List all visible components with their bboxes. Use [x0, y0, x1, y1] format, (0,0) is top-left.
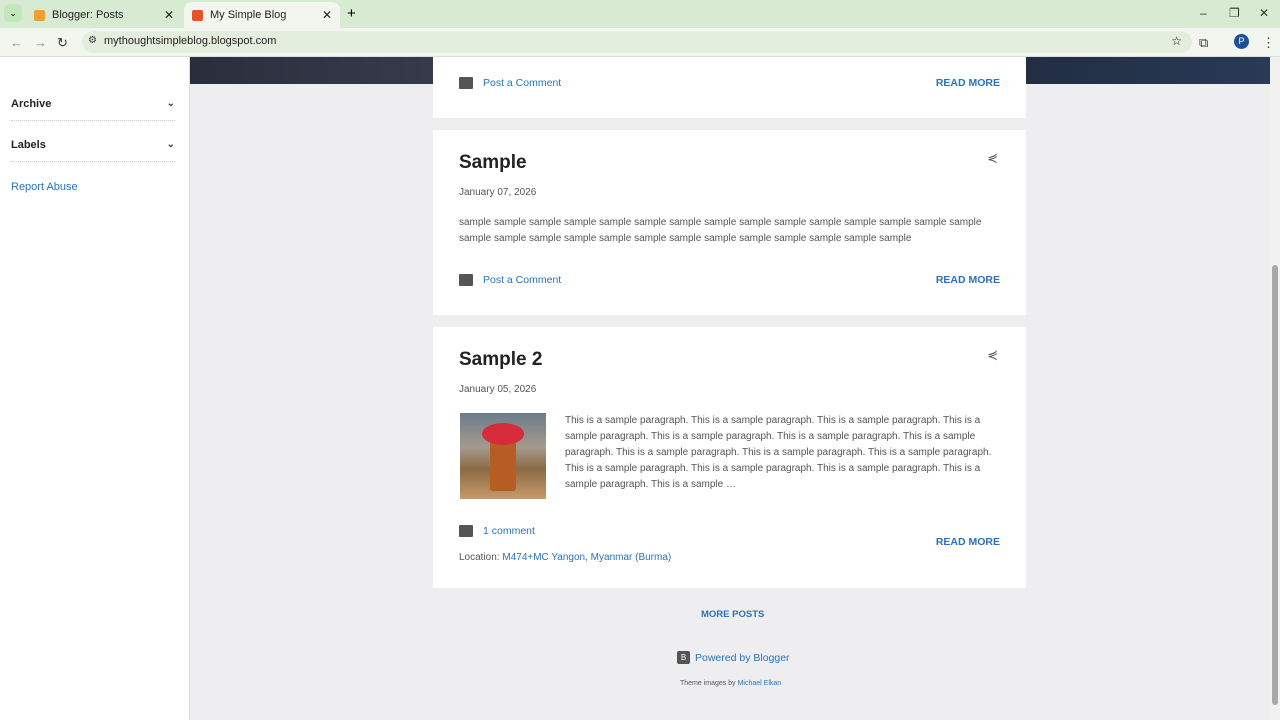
tab-bar: ⌄ Blogger: Posts ✕ My Simple Blog ✕ + – ❐ …: [0, 0, 1280, 28]
profile-avatar[interactable]: P: [1234, 34, 1249, 49]
tab-label: My Simple Blog: [210, 9, 287, 21]
menu-icon[interactable]: ⋮: [1262, 35, 1275, 51]
chevron-down-icon: ⌄: [166, 98, 175, 109]
vase-image: [490, 441, 516, 491]
post-card: Post a Comment READ MORE: [433, 57, 1026, 118]
post-snippet: This is a sample paragraph. This is a sa…: [565, 415, 992, 490]
site-settings-icon[interactable]: ⚙: [88, 35, 97, 46]
post-comment-link[interactable]: 1 comment: [459, 525, 535, 537]
blogger-favicon-icon: [192, 9, 203, 21]
bookmark-star-icon[interactable]: ☆: [1171, 34, 1182, 48]
new-tab-icon[interactable]: +: [347, 5, 356, 22]
post-title[interactable]: Sample: [459, 152, 527, 174]
labels-label: Labels: [11, 139, 46, 151]
close-tab-icon[interactable]: ✕: [164, 8, 174, 22]
blogger-logo-icon: B: [677, 651, 690, 664]
theme-credit: Theme images by Michael Elkan: [680, 680, 781, 687]
reload-icon[interactable]: ↻: [57, 35, 68, 51]
comment-label: 1 comment: [483, 525, 535, 537]
extensions-icon[interactable]: ⧉: [1199, 35, 1208, 51]
location-link[interactable]: M474+MC Yangon, Myanmar (Burma): [502, 552, 671, 563]
post-card: Sample 2 ⋞ January 05, 2026 This is a sa…: [433, 327, 1026, 588]
address-bar-row: ← → ↻ ⚙ mythoughtsimpleblog.blogspot.com…: [0, 28, 1280, 57]
forward-icon[interactable]: →: [34, 35, 47, 50]
back-icon[interactable]: ←: [10, 35, 23, 50]
chevron-down-icon: ⌄: [166, 139, 175, 150]
post-card: Sample ⋞ January 07, 2026 sample sample …: [433, 130, 1026, 315]
theme-prefix: Theme images by: [680, 680, 736, 687]
report-abuse-link[interactable]: Report Abuse: [11, 181, 78, 193]
scrollbar[interactable]: [1270, 57, 1280, 720]
tab-search-button[interactable]: ⌄: [4, 4, 22, 22]
powered-label: Powered by Blogger: [695, 651, 790, 664]
read-more-button[interactable]: READ MORE: [936, 77, 1000, 89]
scrollbar-thumb[interactable]: [1272, 265, 1278, 705]
url-text: mythoughtsimpleblog.blogspot.com: [104, 35, 277, 47]
address-input[interactable]: ⚙ mythoughtsimpleblog.blogspot.com ☆: [82, 31, 1192, 53]
post-snippet: sample sample sample sample sample sampl…: [459, 217, 982, 244]
post-comment-link[interactable]: Post a Comment: [459, 274, 561, 286]
post-comment-link[interactable]: Post a Comment: [459, 77, 561, 89]
comment-icon: [459, 525, 473, 537]
post-date: January 07, 2026: [459, 187, 537, 198]
archive-label: Archive: [11, 98, 52, 110]
location-label: Location:: [459, 552, 500, 563]
post-date: January 05, 2026: [459, 384, 537, 395]
tab-blogger-posts[interactable]: Blogger: Posts ✕: [26, 2, 182, 28]
close-window-icon[interactable]: ✕: [1259, 6, 1269, 20]
blogger-favicon-icon: [34, 9, 45, 21]
comment-icon: [459, 77, 473, 89]
restore-icon[interactable]: ❐: [1229, 6, 1240, 20]
read-more-button[interactable]: READ MORE: [936, 274, 1000, 286]
share-icon[interactable]: ⋞: [987, 347, 998, 363]
close-tab-icon[interactable]: ✕: [322, 8, 332, 22]
read-more-button[interactable]: READ MORE: [936, 536, 1000, 548]
minimize-icon[interactable]: –: [1200, 6, 1207, 20]
more-posts-button[interactable]: MORE POSTS: [701, 609, 764, 620]
post-title[interactable]: Sample 2: [459, 349, 542, 371]
comment-icon: [459, 274, 473, 286]
theme-author-link[interactable]: Michael Elkan: [738, 680, 782, 687]
sidebar: Archive ⌄ Labels ⌄ Report Abuse: [0, 57, 190, 720]
tab-my-simple-blog[interactable]: My Simple Blog ✕: [184, 2, 340, 28]
comment-label: Post a Comment: [483, 274, 562, 286]
tab-label: Blogger: Posts: [52, 9, 124, 21]
sidebar-labels[interactable]: Labels ⌄: [11, 139, 175, 162]
comment-label: Post a Comment: [483, 77, 562, 89]
post-thumbnail[interactable]: [460, 413, 546, 499]
sidebar-archive[interactable]: Archive ⌄: [11, 98, 175, 121]
share-icon[interactable]: ⋞: [987, 150, 998, 166]
flower-image: [482, 423, 524, 445]
powered-by-blogger-link[interactable]: B Powered by Blogger: [677, 651, 790, 664]
post-location: Location: M474+MC Yangon, Myanmar (Burma…: [459, 552, 671, 563]
